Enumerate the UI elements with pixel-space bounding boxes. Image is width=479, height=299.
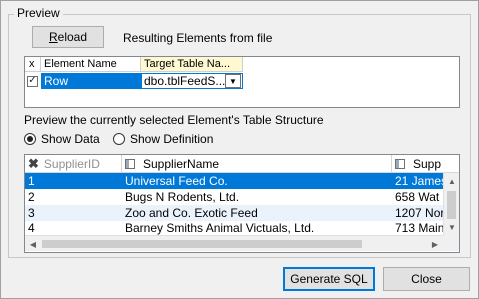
cell-supp: 21 James (395, 174, 443, 188)
cell-supplierid: 3 (28, 206, 35, 220)
cell-suppliername: Barney Smiths Animal Victuals, Ltd. (125, 221, 315, 235)
table-row[interactable]: 4 Barney Smiths Animal Victuals, Ltd. 71… (25, 221, 443, 235)
vertical-scrollbar[interactable]: ▲ ▼ (443, 173, 459, 235)
row-checkbox-cell: ✓ (25, 73, 41, 89)
generate-sql-button[interactable]: Generate SQL (283, 267, 375, 291)
cell-supp: 658 Wat (395, 190, 440, 204)
radio-show-data-indicator[interactable] (24, 133, 36, 145)
close-label: Close (411, 272, 442, 286)
column-header-element-name[interactable]: Element Name (41, 57, 141, 72)
radio-show-data-label: Show Data (41, 132, 100, 146)
cell-supp: 713 Main (395, 221, 443, 235)
row-include-checkbox[interactable]: ✓ (27, 75, 38, 87)
element-name-cell[interactable]: Row (41, 73, 141, 89)
column-header-supp-label: Supp (413, 156, 442, 171)
scroll-up-icon[interactable]: ▲ (444, 173, 459, 189)
element-mapping-grid[interactable]: x Element Name Target Table Na... ✓ Row … (24, 56, 460, 108)
column-header-suppliername-label: SupplierName (143, 156, 220, 171)
target-table-value: dbo.tblFeedS... (144, 74, 225, 88)
cell-supplierid: 2 (28, 190, 35, 204)
preview-group-title: Preview (14, 6, 63, 20)
column-header-supp[interactable]: Supp (392, 155, 459, 173)
column-header-target-table[interactable]: Target Table Na... (141, 57, 243, 72)
scroll-right-icon[interactable]: ▶ (427, 236, 443, 252)
cell-suppliername: Zoo and Co. Exotic Feed (125, 206, 258, 220)
cell-supplierid: 1 (28, 174, 35, 188)
column-type-icon (125, 158, 135, 169)
generate-sql-label: Generate SQL (290, 272, 368, 286)
radio-show-definition-label: Show Definition (130, 132, 214, 146)
chevron-down-icon[interactable]: ▼ (225, 74, 241, 88)
table-row[interactable]: 1 Universal Feed Co. 21 James (25, 173, 443, 189)
reload-button[interactable]: Reload (32, 26, 104, 48)
vertical-scroll-thumb[interactable] (447, 191, 456, 219)
data-preview-grid[interactable]: ✖ SupplierID SupplierName Supp 1 Univers… (24, 154, 460, 253)
table-row[interactable]: 2 Bugs N Rodents, Ltd. 658 Wat (25, 189, 443, 205)
close-button[interactable]: Close (383, 267, 470, 291)
cell-suppliername: Bugs N Rodents, Ltd. (125, 190, 240, 204)
column-header-supplierid[interactable]: ✖ SupplierID (25, 155, 122, 173)
horizontal-scrollbar[interactable]: ◀ ▶ (25, 235, 443, 251)
column-type-icon (395, 158, 405, 169)
column-header-suppliername[interactable]: SupplierName (122, 155, 392, 173)
target-table-dropdown[interactable]: dbo.tblFeedS... ▼ (141, 73, 243, 89)
resulting-elements-label: Resulting Elements from file (123, 31, 273, 45)
scroll-left-icon[interactable]: ◀ (25, 236, 41, 252)
radio-show-definition[interactable]: Show Definition (113, 132, 213, 146)
scrollbar-corner (443, 235, 459, 251)
cell-supplierid: 4 (28, 221, 35, 235)
radio-show-data[interactable]: Show Data (24, 132, 100, 146)
cell-supp: 1207 Nor (395, 206, 443, 220)
cell-suppliername: Universal Feed Co. (125, 174, 228, 188)
table-row[interactable]: 3 Zoo and Co. Exotic Feed 1207 Nor (25, 205, 443, 221)
reload-button-label: Reload (48, 30, 88, 44)
preview-structure-label: Preview the currently selected Element's… (24, 113, 324, 127)
reload-mnemonic: R (48, 30, 58, 44)
radio-show-definition-indicator[interactable] (113, 133, 125, 145)
column-header-supplierid-label: SupplierID (43, 156, 100, 171)
column-header-check[interactable]: x (25, 57, 41, 72)
key-icon: ✖ (28, 155, 39, 171)
scroll-down-icon[interactable]: ▼ (444, 219, 459, 235)
horizontal-scroll-thumb[interactable] (42, 240, 362, 248)
